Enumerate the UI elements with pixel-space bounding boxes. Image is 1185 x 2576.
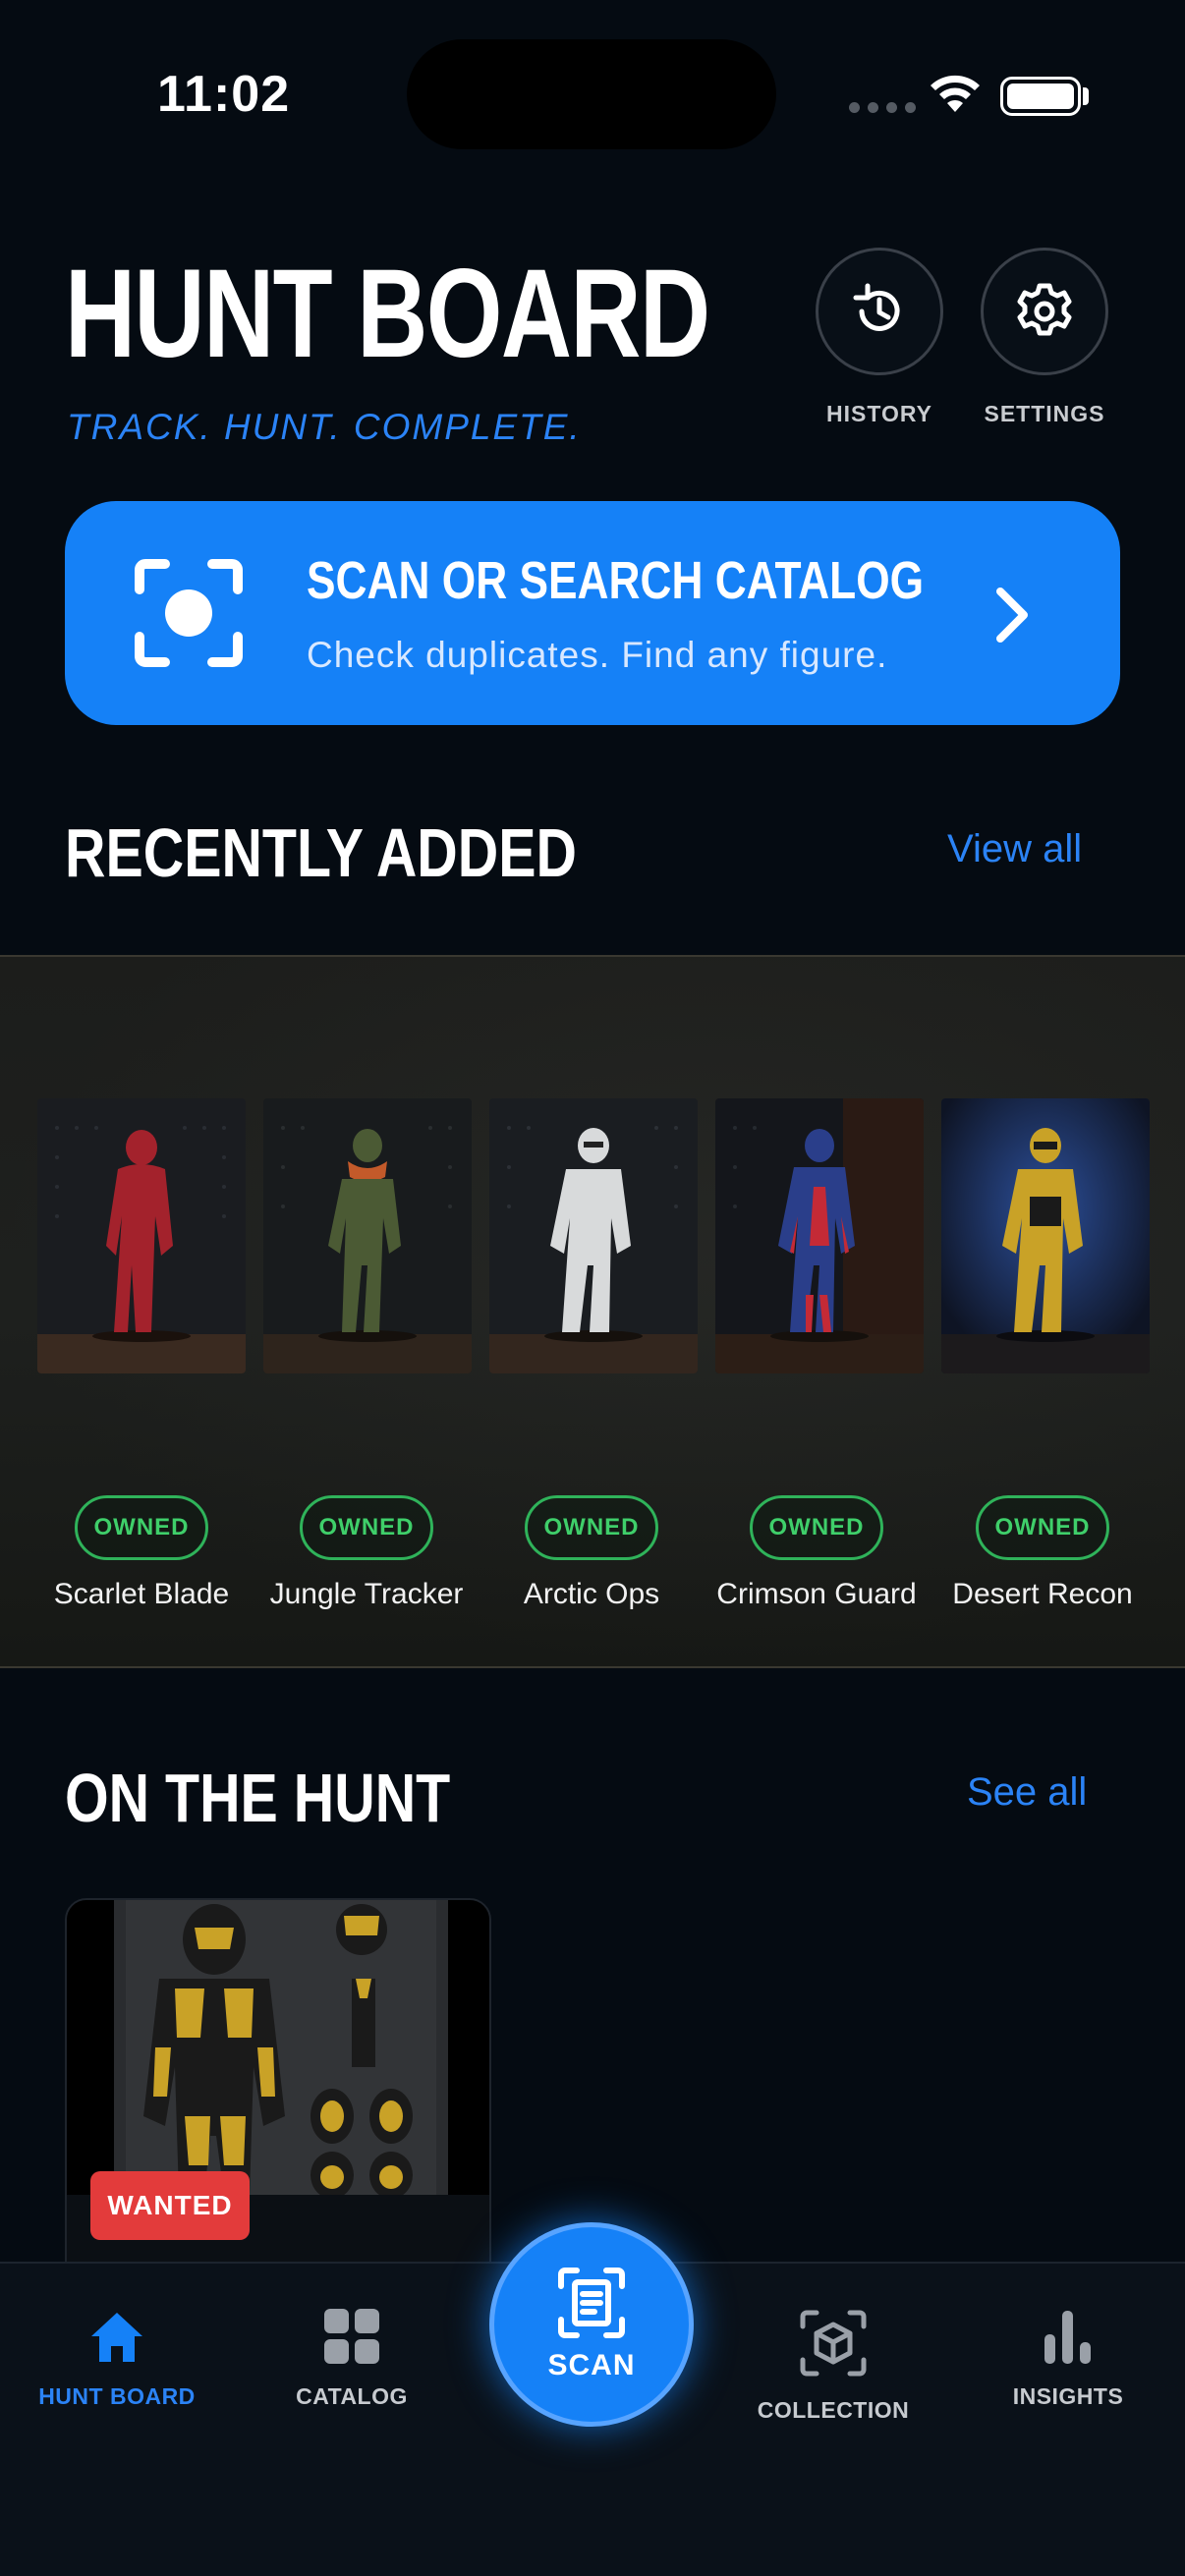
figure-name: Scarlet Blade xyxy=(53,1578,230,1610)
on-the-hunt-title: ON THE HUNT xyxy=(65,1760,451,1836)
figure-image xyxy=(941,1098,1150,1373)
figure-image xyxy=(715,1098,924,1373)
owned-badge: OWNED xyxy=(525,1495,658,1560)
scan-button[interactable]: SCAN xyxy=(489,2222,694,2427)
owned-badge: OWNED xyxy=(75,1495,208,1560)
gear-icon xyxy=(1017,283,1072,336)
nav-hunt-board[interactable]: HUNT BOARD xyxy=(14,2309,220,2410)
figure-name: Desert Recon xyxy=(952,1578,1133,1610)
figure-card-jungle-tracker[interactable] xyxy=(263,1098,472,1373)
status-time: 11:02 xyxy=(157,66,291,123)
figure-name: Crimson Guard xyxy=(716,1578,917,1610)
history-icon xyxy=(853,283,900,331)
document-scan-icon xyxy=(558,2268,625,2338)
owned-badge: OWNED xyxy=(300,1495,433,1560)
wifi-icon xyxy=(931,75,980,112)
nav-label: CATALOG xyxy=(296,2383,408,2409)
cellular-signal-icon xyxy=(849,102,916,113)
scan-banner-title: SCAN OR SEARCH CATALOG xyxy=(307,551,925,610)
grid-icon xyxy=(324,2309,379,2364)
figure-name: Arctic Ops xyxy=(523,1578,660,1610)
figure-card-crimson-guard[interactable] xyxy=(715,1098,924,1373)
owned-badge: OWNED xyxy=(976,1495,1109,1560)
page-tagline: TRACK. HUNT. COMPLETE. xyxy=(67,407,582,447)
bar-chart-icon xyxy=(1044,2311,1091,2364)
figure-card-scarlet-blade[interactable] xyxy=(37,1098,246,1373)
figure-name: Jungle Tracker xyxy=(269,1578,464,1610)
owned-badge: OWNED xyxy=(750,1495,883,1560)
nav-label: HUNT BOARD xyxy=(38,2383,196,2409)
dynamic-island xyxy=(407,39,776,149)
history-button[interactable] xyxy=(816,248,943,375)
battery-icon xyxy=(1000,77,1081,116)
battery-cap xyxy=(1083,87,1089,105)
home-icon xyxy=(91,2313,142,2362)
nav-insights[interactable]: INSIGHTS xyxy=(965,2309,1171,2410)
settings-label: SETTINGS xyxy=(984,401,1105,426)
scan-target-icon xyxy=(135,559,243,667)
hunt-item-image xyxy=(67,1900,489,2199)
nav-catalog[interactable]: CATALOG xyxy=(249,2309,455,2410)
nav-label: INSIGHTS xyxy=(1012,2383,1124,2409)
settings-button[interactable] xyxy=(981,248,1108,375)
figure-image xyxy=(37,1098,246,1373)
figure-image xyxy=(263,1098,472,1373)
view-all-link[interactable]: View all xyxy=(947,827,1082,871)
cube-icon xyxy=(800,2310,867,2377)
figure-card-arctic-ops[interactable] xyxy=(489,1098,698,1373)
wanted-badge: WANTED xyxy=(90,2171,250,2240)
figure-image xyxy=(489,1098,698,1373)
recently-added-title: RECENTLY ADDED xyxy=(65,814,577,891)
nav-collection[interactable]: COLLECTION xyxy=(730,2309,936,2424)
scan-banner-subtitle: Check duplicates. Find any figure. xyxy=(307,635,888,675)
chevron-right-icon xyxy=(996,588,1028,643)
see-all-link[interactable]: See all xyxy=(967,1770,1087,1815)
nav-label: COLLECTION xyxy=(757,2397,910,2423)
page-title: HUNT BOARD xyxy=(65,244,710,384)
scan-label: SCAN xyxy=(547,2349,636,2381)
figure-card-desert-recon[interactable] xyxy=(941,1098,1150,1373)
